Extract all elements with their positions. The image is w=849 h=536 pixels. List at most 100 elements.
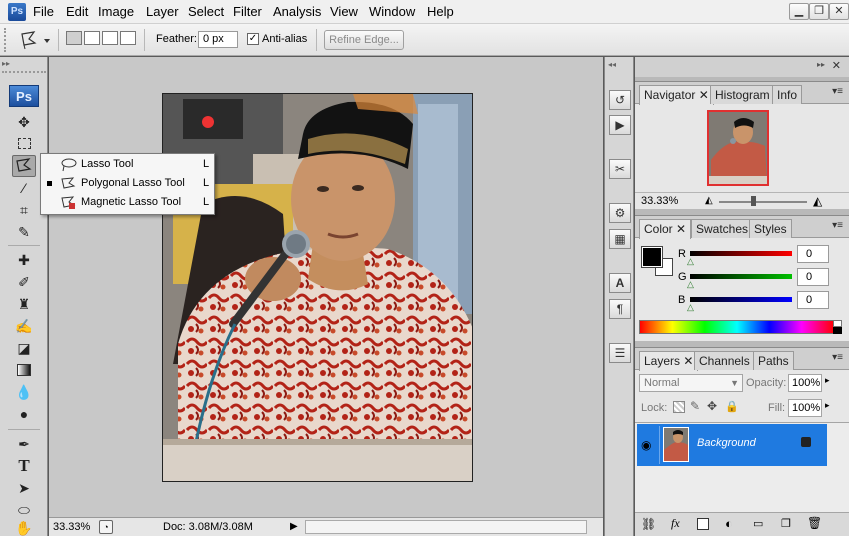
fill-dropdown-icon[interactable]: ▸ [825,400,830,411]
hand-tool-icon[interactable]: ✋ [12,521,36,535]
tab-color[interactable]: Color ✕ [639,219,692,239]
panel-menu-icon[interactable]: ▾≡ [832,220,843,231]
toolbox-collapse-icon[interactable]: ▸▸ [2,60,46,68]
menu-view[interactable]: View [330,4,358,19]
menu-window[interactable]: Window [369,4,415,19]
fill-input[interactable]: 100% [788,399,822,417]
menu-filter[interactable]: Filter [233,4,262,19]
blue-value-input[interactable]: 0 [797,291,829,309]
tab-histogram[interactable]: Histogram [710,85,775,104]
zoom-slider[interactable] [719,201,807,203]
blur-tool-icon[interactable]: 💧 [12,381,36,403]
intersect-selection-icon[interactable] [120,31,136,45]
menu-select[interactable]: Select [188,4,224,19]
spot-healing-tool-icon[interactable]: ✚ [12,249,36,271]
green-slider[interactable] [690,274,792,279]
spectrum-black-swatch[interactable] [833,327,842,334]
green-value-input[interactable]: 0 [797,268,829,286]
paragraph-panel-icon[interactable]: ¶ [609,299,631,319]
tab-channels[interactable]: Channels [694,351,755,370]
pen-tool-icon[interactable]: ✒ [12,433,36,455]
flyout-item-lasso[interactable]: Lasso Tool L [41,155,214,174]
menu-edit[interactable]: Edit [66,4,88,19]
delete-layer-icon[interactable]: 🗑 [807,516,822,530]
navigator-zoom[interactable]: 33.33% [641,195,678,207]
tool-preset-picker[interactable] [18,29,52,51]
flyout-item-magnetic-lasso[interactable]: Magnetic Lasso Tool L [41,193,214,212]
polygonal-lasso-tool-icon[interactable] [12,155,36,177]
flyout-item-polygonal-lasso[interactable]: Polygonal Lasso Tool L [41,174,214,193]
new-group-icon[interactable]: ▭ [753,517,763,530]
adjustment-layer-icon[interactable]: ◐ [725,516,733,531]
gradient-tool-icon[interactable] [12,359,36,381]
status-info-icon[interactable]: ◔ [99,520,113,534]
antialias-checkbox[interactable]: ✓ [247,33,259,45]
lock-all-icon[interactable]: 🔒 [725,400,739,413]
layers-scrollbar[interactable] [827,423,847,511]
lock-pixels-icon[interactable]: ✎ [690,399,700,413]
refine-edge-button[interactable]: Refine Edge... [324,30,404,50]
document-image[interactable] [162,93,473,482]
brushes-panel-icon[interactable]: ⚙ [609,203,631,223]
close-button[interactable]: ✕ [829,3,849,20]
notes-panel-icon[interactable]: ☰ [609,343,631,363]
tool-presets-panel-icon[interactable]: ✂ [609,159,631,179]
menu-layer[interactable]: Layer [146,4,179,19]
actions-panel-icon[interactable]: ▶ [609,115,631,135]
layer-row-background[interactable]: ◉ Background [637,424,827,466]
quick-selection-tool-icon[interactable]: ⁄ [12,177,36,199]
character-panel-icon[interactable]: A [609,273,631,293]
layer-style-icon[interactable]: fx [671,516,680,531]
feather-input[interactable]: 0 px [198,31,238,48]
new-selection-icon[interactable] [66,31,82,45]
dock-collapse-icon[interactable]: ◂◂ [608,60,616,69]
subtract-from-selection-icon[interactable] [102,31,118,45]
opacity-dropdown-icon[interactable]: ▸ [825,375,830,386]
options-bar-grip[interactable] [4,28,10,52]
status-zoom[interactable]: 33.33% [53,521,90,533]
blue-slider[interactable] [690,297,792,302]
tab-navigator[interactable]: Navigator ✕ [639,85,714,105]
restore-button[interactable]: ❐ [809,3,829,20]
new-layer-icon[interactable]: ❐ [781,517,791,530]
panel-menu-icon[interactable]: ▾≡ [832,86,843,97]
zoom-out-icon[interactable]: ◭ [705,195,713,206]
crop-tool-icon[interactable]: ⌗ [12,199,36,221]
dodge-tool-icon[interactable]: ● [12,403,36,425]
path-selection-tool-icon[interactable]: ➤ [12,477,36,499]
green-slider-thumb-icon[interactable]: △ [687,279,694,290]
add-to-selection-icon[interactable] [84,31,100,45]
red-slider-thumb-icon[interactable]: △ [687,256,694,267]
ellipse-shape-tool-icon[interactable]: ⬭ [12,499,36,521]
tab-paths[interactable]: Paths [753,351,794,370]
panel-menu-icon[interactable]: ▾≡ [832,352,843,363]
clone-source-panel-icon[interactable]: ▦ [609,229,631,249]
marquee-tool-icon[interactable] [12,133,36,155]
add-mask-icon[interactable] [697,518,709,530]
toolbox-grip[interactable] [2,71,46,79]
lock-position-icon[interactable]: ✥ [707,399,717,413]
foreground-color-swatch[interactable] [641,246,663,268]
horizontal-scrollbar[interactable] [305,520,587,534]
color-spectrum-ramp[interactable] [639,320,835,334]
link-layers-icon[interactable]: ⛓ [641,517,656,531]
menu-file[interactable]: File [33,4,54,19]
type-tool-icon[interactable]: T [12,455,36,477]
clone-stamp-tool-icon[interactable]: ♜ [12,293,36,315]
tab-styles[interactable]: Styles [749,219,792,238]
history-brush-tool-icon[interactable]: ✍ [12,315,36,337]
tab-swatches[interactable]: Swatches [691,219,754,238]
opacity-input[interactable]: 100% [788,374,822,392]
photoshop-app-icon[interactable]: Ps [8,3,26,21]
minimize-button[interactable]: ▁ [789,3,809,20]
blue-slider-thumb-icon[interactable]: △ [687,302,694,313]
spectrum-white-swatch[interactable] [833,320,842,327]
eye-visibility-icon[interactable]: ◉ [641,438,651,452]
blend-mode-select[interactable]: Normal ▼ [639,374,743,392]
red-value-input[interactable]: 0 [797,245,829,263]
tab-info[interactable]: Info [772,85,803,104]
photoshop-logo[interactable]: Ps [9,85,39,107]
status-menu-arrow-icon[interactable]: ▶ [290,520,302,534]
zoom-slider-thumb[interactable] [751,196,756,206]
panels-close-icon[interactable]: ✕ [832,59,841,72]
